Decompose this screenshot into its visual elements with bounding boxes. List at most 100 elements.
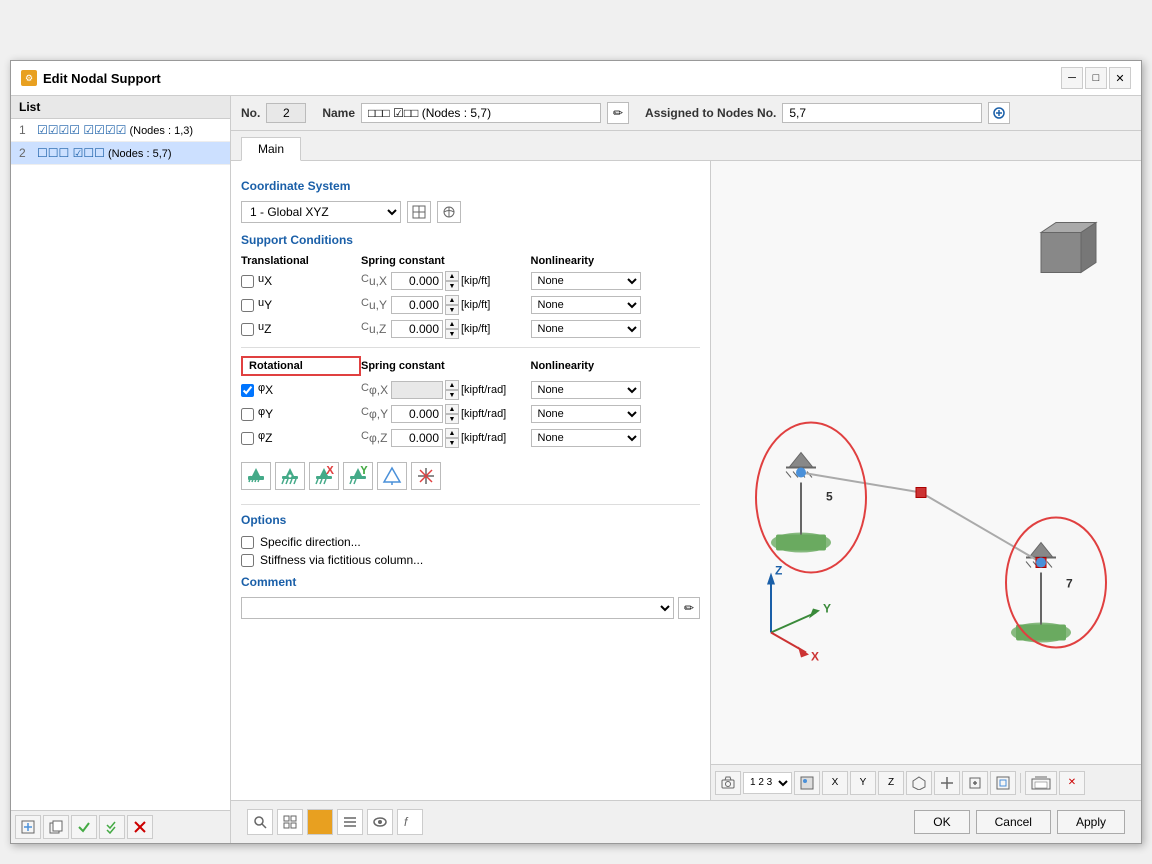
close-button[interactable]: ✕	[1109, 67, 1131, 89]
list-item-num: 1	[19, 123, 33, 137]
rotational-header: Rotational	[241, 356, 361, 376]
bottom-btn-eye[interactable]	[367, 809, 393, 835]
phix-nonlin[interactable]: None	[531, 381, 641, 399]
coord-select[interactable]: 1 - Global XYZ	[241, 201, 401, 223]
vp-btn-render[interactable]	[794, 771, 820, 795]
apply-button[interactable]: Apply	[1057, 810, 1125, 834]
uz-nonlin[interactable]: None	[531, 320, 641, 338]
support-icon-btn-5[interactable]	[377, 462, 407, 490]
ux-nonlin[interactable]: None	[531, 272, 641, 290]
cux-unit: [kip/ft]	[461, 275, 490, 287]
support-icon-btn-3[interactable]: X	[309, 462, 339, 490]
coord-icon-btn2[interactable]	[437, 201, 461, 223]
cuz-down[interactable]: ▼	[445, 329, 459, 339]
comment-select[interactable]	[241, 597, 674, 619]
maximize-button[interactable]: □	[1085, 67, 1107, 89]
cphiz-input[interactable]	[391, 429, 443, 447]
phiz-nonlin[interactable]: None	[531, 429, 641, 447]
vp-btn-y[interactable]: Y	[850, 771, 876, 795]
option-checkbox-1[interactable]	[241, 536, 254, 549]
cphiy-input[interactable]	[391, 405, 443, 423]
phiz-checkbox[interactable]	[241, 432, 254, 445]
cphiz-down[interactable]: ▼	[445, 438, 459, 448]
cux-down[interactable]: ▼	[445, 281, 459, 291]
cuz-input[interactable]	[391, 320, 443, 338]
vp-btn-pan[interactable]	[934, 771, 960, 795]
tab-main[interactable]: Main	[241, 137, 301, 161]
cuy-up[interactable]: ▲	[445, 295, 459, 305]
ux-row: uX Cu,X ▲ ▼ [kip/ft]	[241, 271, 700, 291]
cuy-input[interactable]	[391, 296, 443, 314]
vp-view-select[interactable]: 1 2 3	[743, 772, 792, 794]
vp-btn-zoom[interactable]	[962, 771, 988, 795]
vp-btn-print[interactable]	[1025, 771, 1057, 795]
vp-btn-iso[interactable]	[906, 771, 932, 795]
name-input[interactable]	[361, 103, 601, 123]
phiy-row: φY Cφ,Y ▲ ▼ [kipft/rad]	[241, 404, 700, 424]
cphiy-label: Cφ,Y	[361, 406, 389, 421]
toolbar-copy-btn[interactable]	[43, 815, 69, 839]
coord-section-title: Coordinate System	[241, 179, 700, 193]
vp-btn-z[interactable]: Z	[878, 771, 904, 795]
coord-icon-btn1[interactable]	[407, 201, 431, 223]
list-item-label: ☑☑☑☑ ☑☑☑☑ (Nodes : 1,3)	[37, 123, 193, 137]
toolbar-delete-btn[interactable]	[127, 815, 153, 839]
rotational-headers: Rotational Spring constant Nonlinearity	[241, 356, 700, 376]
phiy-nonlin[interactable]: None	[531, 405, 641, 423]
cux-input[interactable]	[391, 272, 443, 290]
list-item[interactable]: 1 ☑☑☑☑ ☑☑☑☑ (Nodes : 1,3)	[11, 119, 230, 142]
toolbar-check2-btn[interactable]	[99, 815, 125, 839]
list-header: List	[11, 96, 230, 119]
support-section-title: Support Conditions	[241, 233, 700, 247]
toolbar-new-btn[interactable]	[15, 815, 41, 839]
cphix-up[interactable]: ▲	[445, 380, 459, 390]
cphix-input[interactable]	[391, 381, 443, 399]
cphiz-up[interactable]: ▲	[445, 428, 459, 438]
content-area: List 1 ☑☑☑☑ ☑☑☑☑ (Nodes : 1,3) 2 ☐☐☐ ☑☐☐…	[11, 96, 1141, 843]
ok-button[interactable]: OK	[914, 810, 969, 834]
title-bar: ⚙ Edit Nodal Support ─ □ ✕	[11, 61, 1141, 96]
cux-up[interactable]: ▲	[445, 271, 459, 281]
vp-btn-fit[interactable]	[990, 771, 1016, 795]
phiy-checkbox[interactable]	[241, 408, 254, 421]
toolbar-check-btn[interactable]	[71, 815, 97, 839]
bottom-btn-list[interactable]	[337, 809, 363, 835]
cuy-label: Cu,Y	[361, 297, 389, 312]
cuy-down[interactable]: ▼	[445, 305, 459, 315]
support-icon-btn-6[interactable]	[411, 462, 441, 490]
bottom-btn-color[interactable]	[307, 809, 333, 835]
minimize-button[interactable]: ─	[1061, 67, 1083, 89]
uy-checkbox[interactable]	[241, 299, 254, 312]
cancel-button[interactable]: Cancel	[976, 810, 1051, 834]
option-label-2: Stiffness via fictitious column...	[260, 553, 423, 567]
cphix-down[interactable]: ▼	[445, 390, 459, 400]
phix-checkbox[interactable]	[241, 384, 254, 397]
assigned-nodes-btn[interactable]	[988, 102, 1010, 124]
cphiy-up[interactable]: ▲	[445, 404, 459, 414]
edit-name-button[interactable]: ✏	[607, 102, 629, 124]
rot-nonlin-header: Nonlinearity	[531, 360, 701, 372]
left-panel: List 1 ☑☑☑☑ ☑☑☑☑ (Nodes : 1,3) 2 ☐☐☐ ☑☐☐…	[11, 96, 231, 843]
list-item-selected[interactable]: 2 ☐☐☐ ☑☐☐ (Nodes : 5,7)	[11, 142, 230, 165]
option-checkbox-2[interactable]	[241, 554, 254, 567]
bottom-btn-search[interactable]	[247, 809, 273, 835]
vp-btn-close[interactable]: ✕	[1059, 771, 1085, 795]
uz-row: uZ Cu,Z ▲ ▼ [kip/ft]	[241, 319, 700, 339]
support-icon-btn-4[interactable]: Y	[343, 462, 373, 490]
bottom-btn-func[interactable]: f	[397, 809, 423, 835]
vp-btn-camera[interactable]	[715, 771, 741, 795]
support-icon-btn-2[interactable]	[275, 462, 305, 490]
vp-btn-x[interactable]: X	[822, 771, 848, 795]
support-icon-btn-1[interactable]	[241, 462, 271, 490]
cuz-up[interactable]: ▲	[445, 319, 459, 329]
cphiz-unit: [kipft/rad]	[461, 432, 506, 444]
ux-checkbox[interactable]	[241, 275, 254, 288]
uz-checkbox[interactable]	[241, 323, 254, 336]
svg-text:Y: Y	[360, 466, 368, 477]
comment-title: Comment	[241, 575, 700, 589]
cphiy-down[interactable]: ▼	[445, 414, 459, 424]
bottom-btn-grid[interactable]	[277, 809, 303, 835]
assigned-nodes-input[interactable]	[782, 103, 982, 123]
uy-nonlin[interactable]: None	[531, 296, 641, 314]
comment-edit-btn[interactable]: ✏	[678, 597, 700, 619]
